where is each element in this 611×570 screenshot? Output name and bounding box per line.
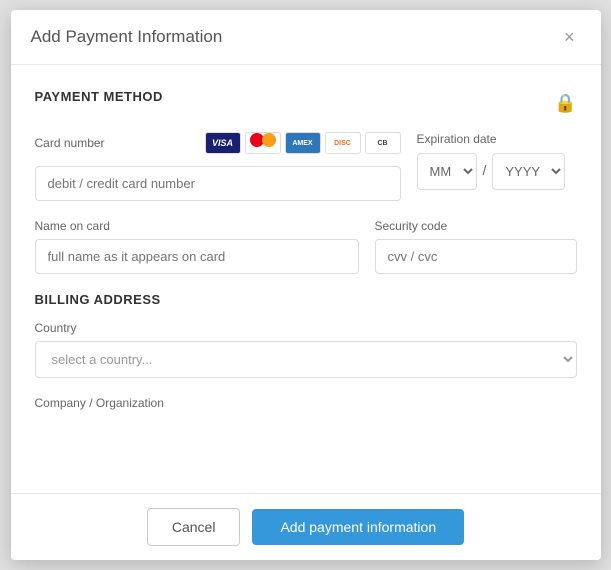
- cb-icon: CB: [365, 132, 401, 154]
- expiry-label: Expiration date: [417, 132, 577, 146]
- modal-title: Add Payment Information: [31, 27, 223, 47]
- expiry-group: Expiration date MM / YYYY: [417, 132, 577, 201]
- company-group: Company / Organization: [35, 396, 577, 416]
- card-number-label: Card number: [35, 136, 105, 150]
- modal-body: PAYMENT METHOD 🔒 Card number VISA: [11, 65, 601, 493]
- country-select[interactable]: select a country...: [35, 341, 577, 378]
- payment-method-header: PAYMENT METHOD 🔒: [35, 89, 577, 118]
- name-on-card-group: Name on card: [35, 219, 359, 274]
- modal-dialog: Add Payment Information × PAYMENT METHOD…: [11, 10, 601, 560]
- security-code-group: Security code: [375, 219, 577, 274]
- modal-header: Add Payment Information ×: [11, 10, 601, 65]
- card-icons: VISA AMEX DISC CB: [205, 132, 401, 154]
- name-on-card-label: Name on card: [35, 219, 359, 233]
- expiry-inputs: MM / YYYY: [417, 152, 577, 190]
- mastercard-icon: [245, 132, 281, 154]
- expiry-separator: /: [477, 152, 493, 190]
- submit-button[interactable]: Add payment information: [252, 509, 464, 545]
- payment-method-title: PAYMENT METHOD: [35, 89, 163, 104]
- name-security-row: Name on card Security code: [35, 219, 577, 274]
- lock-icon: 🔒: [554, 93, 576, 114]
- company-label: Company / Organization: [35, 396, 577, 410]
- country-label: Country: [35, 321, 577, 335]
- security-code-label: Security code: [375, 219, 577, 233]
- close-button[interactable]: ×: [558, 26, 581, 48]
- expiry-month-select[interactable]: MM: [417, 153, 477, 190]
- card-number-row: Card number VISA AMEX DISC CB: [35, 132, 577, 201]
- card-number-group: Card number VISA AMEX DISC CB: [35, 132, 401, 201]
- visa-icon: VISA: [205, 132, 241, 154]
- expiry-year-select[interactable]: YYYY: [492, 153, 565, 190]
- discover-icon: DISC: [325, 132, 361, 154]
- country-group: Country select a country...: [35, 321, 577, 378]
- modal-footer: Cancel Add payment information: [11, 493, 601, 560]
- billing-address-title: BILLING ADDRESS: [35, 292, 577, 307]
- amex-icon: AMEX: [285, 132, 321, 154]
- card-number-input[interactable]: [35, 166, 401, 201]
- cancel-button[interactable]: Cancel: [147, 508, 241, 546]
- security-code-input[interactable]: [375, 239, 577, 274]
- name-on-card-input[interactable]: [35, 239, 359, 274]
- card-label-row: Card number VISA AMEX DISC CB: [35, 132, 401, 160]
